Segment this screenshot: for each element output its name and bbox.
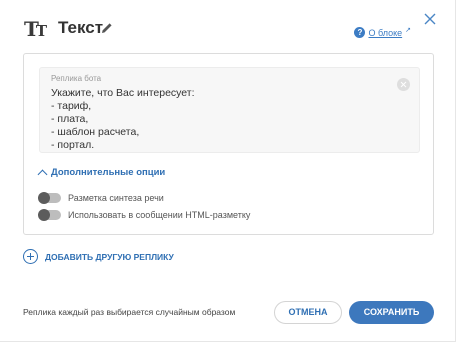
cancel-button[interactable]: ОТМЕНА — [274, 301, 342, 324]
add-reply-label: ДОБАВИТЬ ДРУГУЮ РЕПЛИКУ — [45, 251, 174, 262]
about-block-link[interactable]: ? О блоке ↗ — [354, 27, 411, 38]
speech-markup-toggle[interactable] — [38, 192, 61, 204]
plus-circle-icon — [23, 249, 38, 264]
chevron-up-icon — [37, 169, 48, 180]
reply-panel: Реплика бота Укажите, что Вас интересует… — [23, 53, 434, 235]
about-block-label[interactable]: О блоке — [368, 28, 402, 38]
html-markup-label: Использовать в сообщении HTML-разметку — [68, 210, 251, 220]
text-block-dialog: TT Текст ? О блоке ↗ Реплика бота Укажит… — [0, 0, 456, 342]
close-icon[interactable] — [423, 12, 437, 26]
random-reply-note: Реплика каждый раз выбирается случайным … — [23, 307, 236, 317]
text-type-icon: TT — [24, 17, 47, 41]
html-markup-row: Использовать в сообщении HTML-разметку — [38, 209, 251, 221]
external-link-icon: ↗ — [405, 27, 411, 34]
clear-reply-icon[interactable] — [397, 78, 410, 91]
add-reply-button[interactable]: ДОБАВИТЬ ДРУГУЮ РЕПЛИКУ — [23, 249, 174, 264]
pencil-icon[interactable] — [101, 22, 113, 34]
speech-markup-row: Разметка синтеза речи — [38, 192, 164, 204]
dialog-title: Текст — [58, 18, 104, 37]
speech-markup-label: Разметка синтеза речи — [68, 193, 164, 203]
bot-reply-field[interactable]: Реплика бота Укажите, что Вас интересует… — [39, 67, 420, 153]
toggle-knob — [38, 192, 50, 204]
more-options-label: Дополнительные опции — [51, 167, 166, 178]
bot-reply-label: Реплика бота — [51, 74, 102, 83]
html-markup-toggle[interactable] — [38, 209, 61, 221]
save-button[interactable]: СОХРАНИТЬ — [349, 301, 434, 324]
more-options-toggle[interactable]: Дополнительные опции — [37, 167, 166, 180]
toggle-knob — [38, 209, 50, 221]
help-icon: ? — [354, 27, 366, 38]
bot-reply-text[interactable]: Укажите, что Вас интересует: - тариф, - … — [51, 87, 195, 152]
